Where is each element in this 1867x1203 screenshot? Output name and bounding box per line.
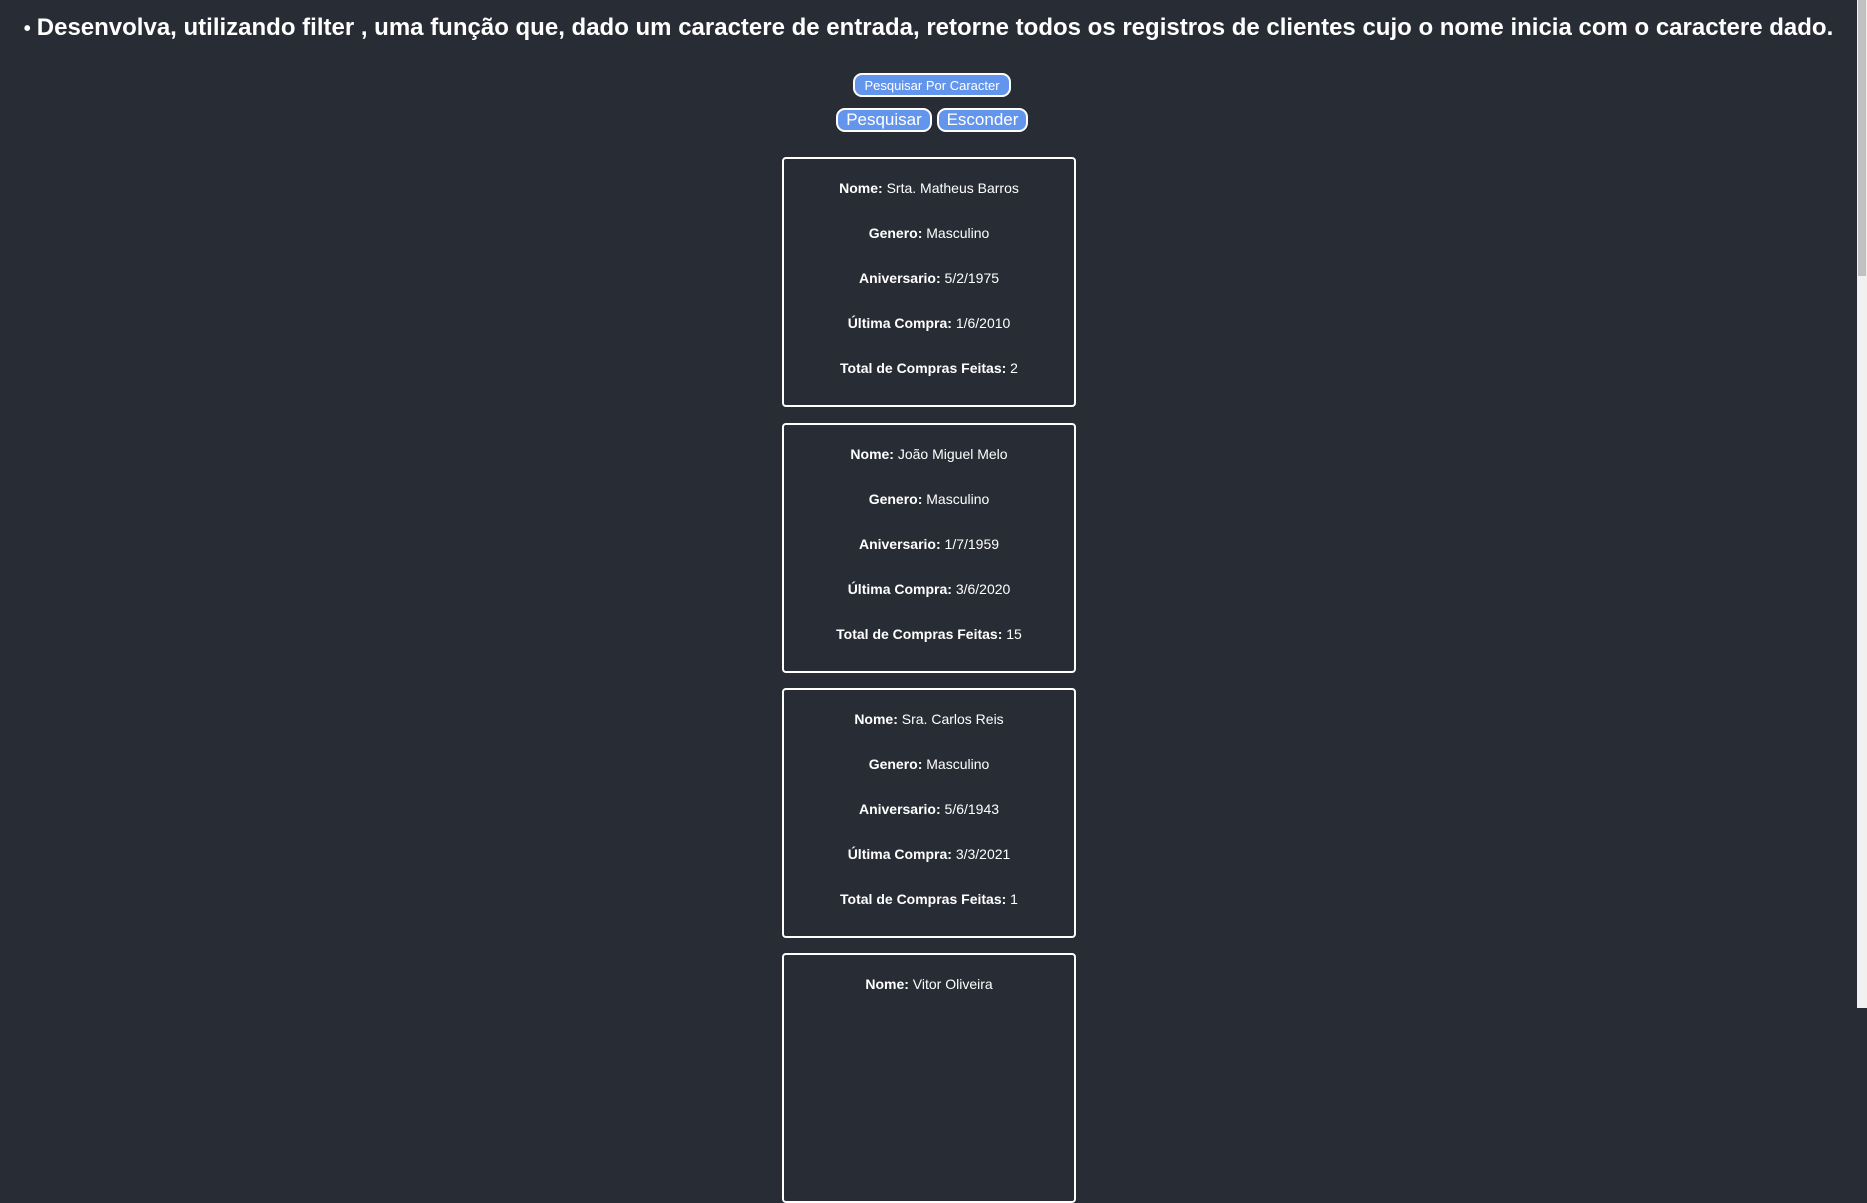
client-field-birthday: Aniversario: 5/2/1975 bbox=[784, 270, 1074, 286]
field-label: Aniversario: bbox=[858, 536, 941, 552]
field-label: Genero: bbox=[868, 491, 923, 507]
field-value: João Miguel Melo bbox=[897, 446, 1008, 462]
field-label: Total de Compras Feitas: bbox=[836, 626, 1003, 642]
field-value: 1/7/1959 bbox=[944, 536, 1000, 552]
scrollbar-thumb[interactable] bbox=[1858, 0, 1866, 276]
client-field-total: Total de Compras Feitas: 15 bbox=[784, 626, 1074, 642]
client-card: Nome: Vitor Oliveira bbox=[782, 953, 1076, 1203]
field-value: 1 bbox=[1010, 891, 1018, 907]
field-value: Masculino bbox=[926, 756, 990, 772]
heading-text: Desenvolva, utilizando filter , uma funç… bbox=[36, 14, 1834, 41]
field-value: 5/2/1975 bbox=[944, 270, 1000, 286]
field-label: Última Compra: bbox=[847, 315, 952, 331]
field-value: 2 bbox=[1010, 360, 1018, 376]
field-label: Total de Compras Feitas: bbox=[840, 360, 1007, 376]
client-field-birthday: Aniversario: 5/6/1943 bbox=[784, 801, 1074, 817]
client-field-birthday: Aniversario: 1/7/1959 bbox=[784, 536, 1074, 552]
client-field-last-purchase: Última Compra: 3/3/2021 bbox=[784, 846, 1074, 862]
hide-button[interactable]: Esconder bbox=[937, 108, 1028, 132]
field-label: Última Compra: bbox=[847, 581, 952, 597]
field-label: Nome: bbox=[865, 976, 909, 992]
field-value: Vitor Oliveira bbox=[912, 976, 993, 992]
field-label: Genero: bbox=[868, 756, 923, 772]
search-button[interactable]: Pesquisar bbox=[836, 108, 932, 132]
field-value: Masculino bbox=[926, 225, 990, 241]
client-field-last-purchase: Última Compra: 3/6/2020 bbox=[784, 581, 1074, 597]
field-value: 15 bbox=[1006, 626, 1022, 642]
field-value: 5/6/1943 bbox=[944, 801, 1000, 817]
field-value: 3/6/2020 bbox=[955, 581, 1011, 597]
search-by-character-button[interactable]: Pesquisar Por Caracter bbox=[853, 73, 1011, 97]
field-value: 3/3/2021 bbox=[955, 846, 1011, 862]
client-field-name: Nome: João Miguel Melo bbox=[784, 446, 1074, 462]
client-field-name: Nome: Srta. Matheus Barros bbox=[784, 180, 1074, 196]
client-field-gender: Genero: Masculino bbox=[784, 491, 1074, 507]
field-value: 1/6/2010 bbox=[955, 315, 1011, 331]
client-card: Nome: Sra. Carlos Reis Genero: Masculino A… bbox=[782, 688, 1076, 938]
client-field-gender: Genero: Masculino bbox=[784, 756, 1074, 772]
scrollbar[interactable] bbox=[1857, 0, 1867, 1008]
field-label: Nome: bbox=[839, 180, 883, 196]
client-field-name: Nome: Vitor Oliveira bbox=[784, 976, 1074, 992]
field-value: Sra. Carlos Reis bbox=[901, 711, 1004, 727]
field-label: Última Compra: bbox=[847, 846, 952, 862]
client-card: Nome: Srta. Matheus Barros Genero: Mascul… bbox=[782, 157, 1076, 407]
client-card: Nome: João Miguel Melo Genero: Masculino A… bbox=[782, 423, 1076, 673]
bullet: • bbox=[23, 18, 31, 40]
client-field-gender: Genero: Masculino bbox=[784, 225, 1074, 241]
field-value: Srta. Matheus Barros bbox=[886, 180, 1019, 196]
field-label: Aniversario: bbox=[858, 270, 941, 286]
field-label: Nome: bbox=[850, 446, 894, 462]
field-value: Masculino bbox=[926, 491, 990, 507]
client-field-total: Total de Compras Feitas: 2 bbox=[784, 360, 1074, 376]
task-heading: • Desenvolva, utilizando filter , uma fun… bbox=[0, 14, 1857, 42]
field-label: Nome: bbox=[854, 711, 898, 727]
client-field-total: Total de Compras Feitas: 1 bbox=[784, 891, 1074, 907]
field-label: Genero: bbox=[868, 225, 923, 241]
client-field-last-purchase: Última Compra: 1/6/2010 bbox=[784, 315, 1074, 331]
client-field-name: Nome: Sra. Carlos Reis bbox=[784, 711, 1074, 727]
field-label: Aniversario: bbox=[858, 801, 941, 817]
field-label: Total de Compras Feitas: bbox=[840, 891, 1007, 907]
